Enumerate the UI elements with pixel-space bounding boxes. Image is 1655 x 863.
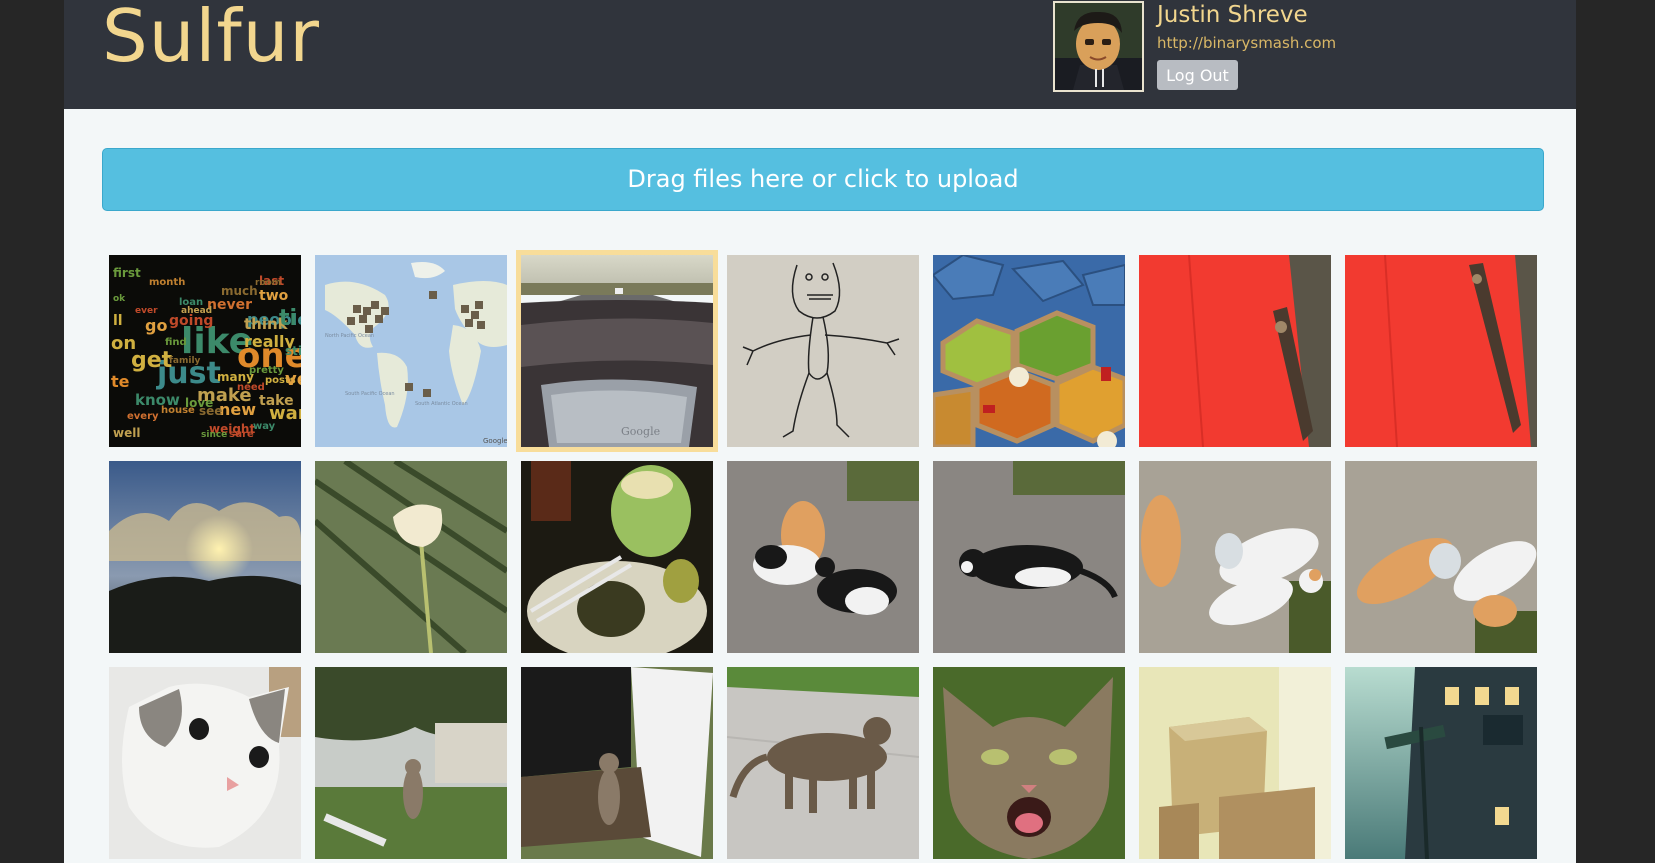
- wordcloud-word: ever: [135, 306, 158, 316]
- wordcloud-word: family: [169, 356, 201, 366]
- photo-cat-lying[interactable]: [933, 461, 1125, 653]
- photo-cat-hissing[interactable]: [933, 667, 1125, 859]
- photo-cats-street-1[interactable]: [727, 461, 919, 653]
- app-page: Sulfur Justin Shreve http://binarysmash.…: [64, 0, 1576, 863]
- photo-cat-shed[interactable]: [521, 667, 713, 859]
- map-label: South Atlantic Ocean: [415, 401, 468, 407]
- photo-red-case-1[interactable]: [1139, 255, 1331, 447]
- wordcloud-word: since: [201, 430, 227, 440]
- wordcloud-word: two: [259, 288, 289, 304]
- wordcloud-word: ahead: [181, 306, 212, 316]
- wordcloud-word: find: [165, 337, 187, 348]
- photo-cats-playing-1[interactable]: [1139, 461, 1331, 653]
- wordcloud-word: ti: [279, 306, 297, 331]
- wordcloud-word: room: [255, 278, 281, 288]
- photo-cat-closeup[interactable]: [109, 667, 301, 859]
- photo-cats-playing-2[interactable]: [1345, 461, 1537, 653]
- photo-car-road[interactable]: Google: [516, 250, 718, 452]
- map-label: South Pacific Ocean: [345, 391, 395, 397]
- photo-boxes[interactable]: [1139, 667, 1331, 859]
- wordcloud-word: sure: [229, 429, 254, 440]
- wordcloud-word: still: [285, 344, 301, 358]
- photo-dinner[interactable]: [521, 461, 713, 653]
- photo-drawing[interactable]: [727, 255, 919, 447]
- photo-wordcloud[interactable]: first like one just get going make never…: [109, 255, 301, 447]
- wordcloud-word: te: [111, 372, 130, 391]
- wordcloud-word: go: [145, 316, 167, 335]
- logout-button[interactable]: Log Out: [1157, 60, 1238, 90]
- upload-dropzone[interactable]: Drag files here or click to upload: [102, 148, 1544, 211]
- photo-map[interactable]: North Pacific Ocean South Pacific Ocean …: [315, 255, 507, 447]
- user-url-link[interactable]: http://binarysmash.com: [1157, 34, 1336, 52]
- wordcloud-word: every: [127, 411, 159, 422]
- brand-logo[interactable]: Sulfur: [102, 0, 320, 78]
- wordcloud-word: ll: [113, 313, 123, 329]
- wordcloud-word: take: [259, 393, 294, 409]
- wordcloud-word: never: [207, 297, 252, 313]
- photo-flower[interactable]: [315, 461, 507, 653]
- wordcloud-word: month: [149, 277, 185, 288]
- photo-sunset[interactable]: [109, 461, 301, 653]
- photo-cat-sidewalk[interactable]: [727, 667, 919, 859]
- map-label: North Pacific Ocean: [325, 333, 374, 339]
- wordcloud-word: need: [237, 382, 265, 393]
- wordcloud-word: see: [199, 404, 222, 418]
- map-attribution: Google: [483, 437, 507, 445]
- wordcloud-word: on: [111, 333, 136, 354]
- wordcloud-word: get: [131, 348, 173, 373]
- wordcloud-word: well: [113, 426, 140, 440]
- photo-red-case-2[interactable]: [1345, 255, 1537, 447]
- wordcloud-word: ok: [113, 294, 126, 304]
- photo-street-sign[interactable]: [1345, 667, 1537, 859]
- user-avatar[interactable]: [1053, 1, 1144, 92]
- wordcloud-word: new: [219, 400, 256, 419]
- wordcloud-word: way: [253, 421, 276, 432]
- car-screen-text: Google: [621, 425, 660, 438]
- wordcloud-word: ve: [285, 369, 301, 390]
- photo-cat-yard[interactable]: [315, 667, 507, 859]
- wordcloud-word: much: [221, 284, 258, 298]
- user-name: Justin Shreve: [1157, 2, 1308, 28]
- photo-board-game[interactable]: [933, 255, 1125, 447]
- header: Sulfur Justin Shreve http://binarysmash.…: [64, 0, 1576, 109]
- wordcloud-word: first: [113, 266, 141, 280]
